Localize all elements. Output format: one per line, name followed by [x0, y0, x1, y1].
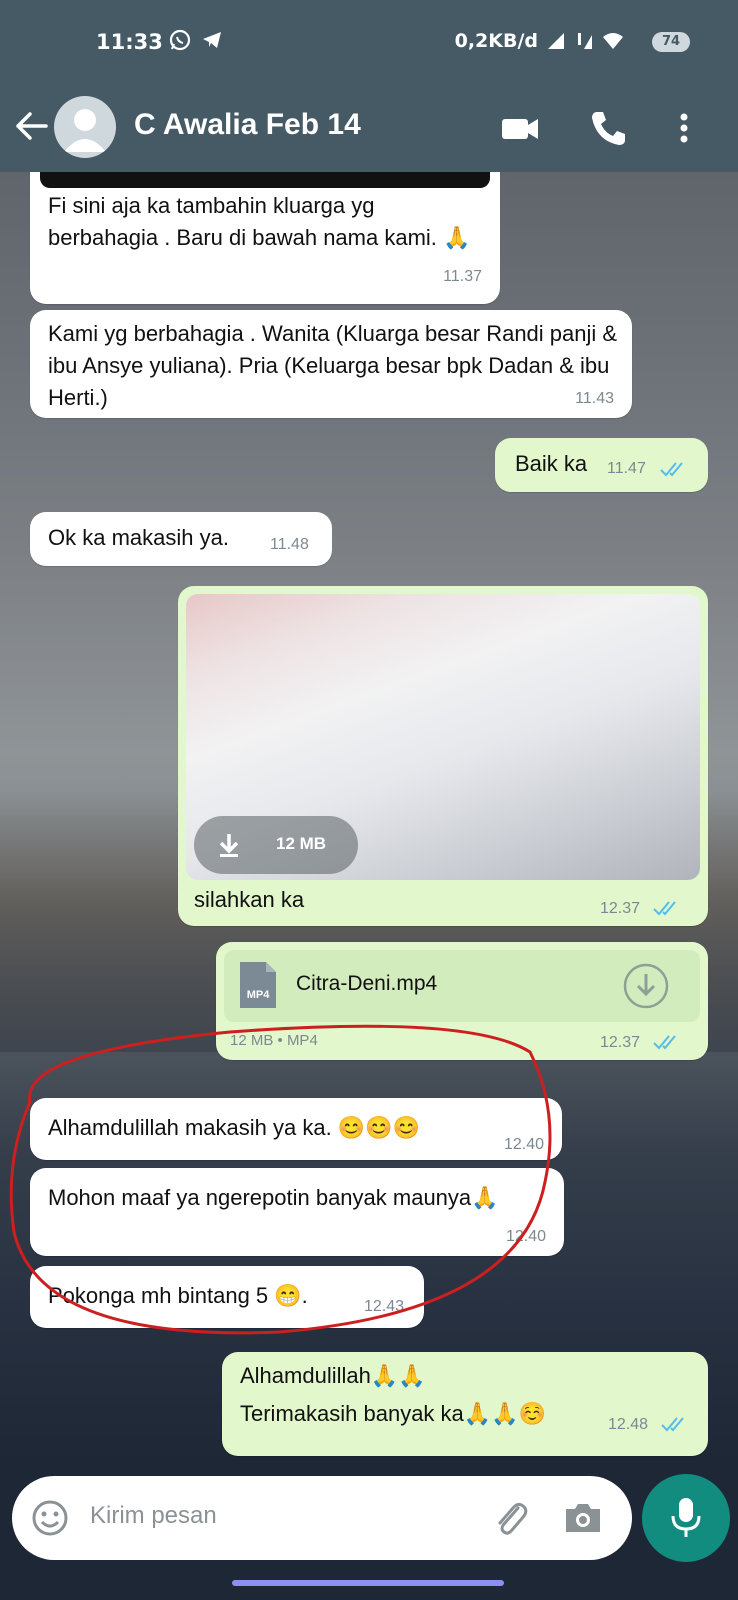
gesture-nav-bar[interactable]	[232, 1580, 504, 1586]
camera-icon[interactable]	[562, 1498, 604, 1538]
battery-indicator: 74	[652, 32, 690, 52]
microphone-icon	[671, 1498, 701, 1537]
chat-header: C Awalia Feb 14	[0, 86, 738, 172]
contact-name[interactable]: C Awalia Feb 14	[134, 108, 361, 142]
network-speed: 0,2KB/d	[454, 30, 538, 52]
voice-record-button[interactable]	[642, 1474, 730, 1562]
red-annotation-circle	[9, 1024, 552, 1335]
wifi-icon	[603, 33, 623, 49]
telegram-icon	[203, 32, 221, 48]
more-options-icon[interactable]	[664, 108, 704, 148]
signal-2-icon	[578, 33, 592, 49]
phone-call-icon[interactable]	[588, 108, 628, 148]
video-call-icon[interactable]	[500, 108, 540, 148]
attach-icon[interactable]	[490, 1498, 530, 1538]
message-input[interactable]: Kirim pesan	[12, 1476, 632, 1560]
default-avatar-icon	[64, 109, 106, 152]
avatar[interactable]	[54, 96, 116, 158]
status-bar: 11:33 0,2KB/d 74	[0, 0, 738, 86]
composer-bar: Kirim pesan	[0, 1462, 738, 1600]
back-arrow-icon[interactable]	[12, 106, 52, 146]
signal-icon	[548, 33, 564, 49]
whatsapp-icon	[169, 29, 191, 51]
message-input-placeholder: Kirim pesan	[90, 1502, 217, 1529]
chat-area[interactable]: Fi sini aja ka tambahin kluarga yg berba…	[0, 172, 738, 1462]
status-time: 11:33	[96, 30, 163, 54]
emoji-icon[interactable]	[30, 1498, 70, 1538]
